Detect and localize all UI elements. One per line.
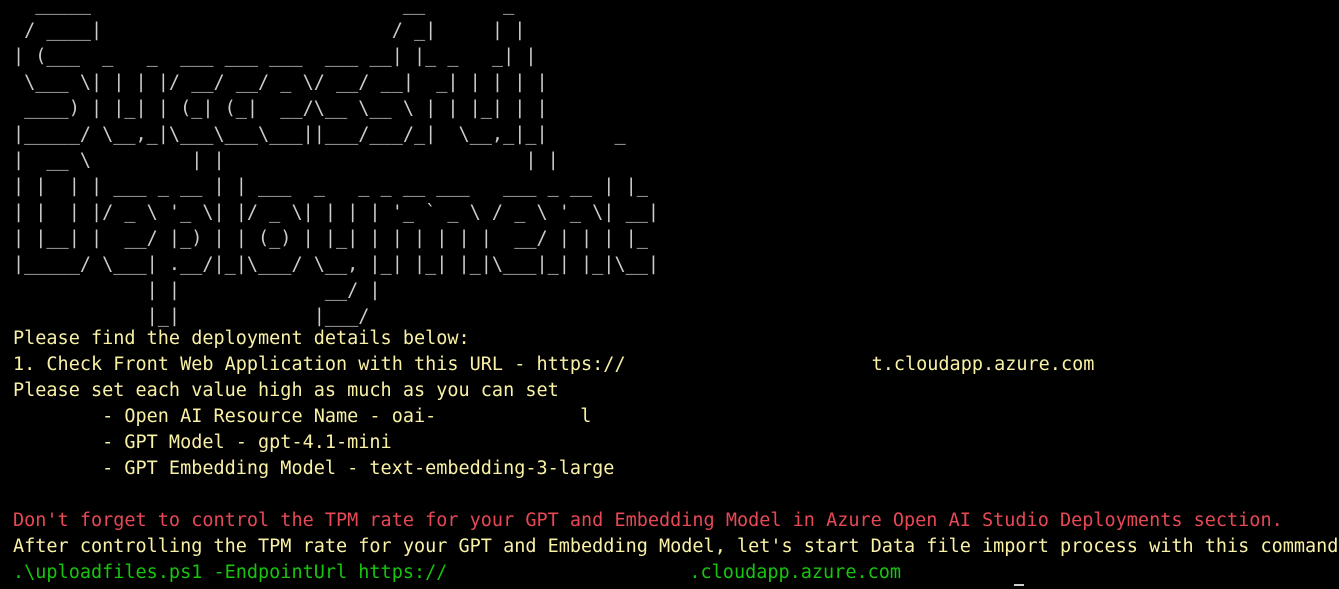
gpt-model-line: - GPT Model - gpt-4.1-mini <box>13 432 392 453</box>
redaction-mark <box>436 404 581 426</box>
redaction-mark <box>549 560 690 582</box>
openai-resource-suffix: l <box>580 406 592 427</box>
success-deployment-ascii-banner: _____ __ _ / ____| / _| | | | (___ _ _ _… <box>13 0 660 327</box>
redaction-mark <box>447 560 538 582</box>
import-instruction-line: After controlling the TPM rate for your … <box>13 536 1339 557</box>
tpm-warning-line: Don't forget to control the TPM rate for… <box>13 510 1283 531</box>
upload-command-line: .\uploadfiles.ps1 -EndpointUrl https://.… <box>13 560 901 586</box>
gpt-embedding-model-line: - GPT Embedding Model - text-embedding-3… <box>13 458 615 479</box>
set-value-note-line: Please set each value high as much as yo… <box>13 380 559 401</box>
web-app-url-line: 1. Check Front Web Application with this… <box>13 352 1094 378</box>
redaction-dot <box>672 409 695 432</box>
upload-command-prefix: .\uploadfiles.ps1 -EndpointUrl https:// <box>13 562 448 583</box>
redaction-mark <box>731 352 872 374</box>
openai-resource-line: - Open AI Resource Name - oai-l <box>13 404 591 430</box>
web-app-url-suffix: t.cloudapp.azure.com <box>871 354 1095 375</box>
text-cursor <box>1014 584 1024 589</box>
openai-resource-prefix: - Open AI Resource Name - oai- <box>13 406 437 427</box>
web-app-url-prefix: 1. Check Front Web Application with this… <box>13 354 626 375</box>
redaction-mark <box>625 352 718 374</box>
deployment-intro-line: Please find the deployment details below… <box>13 328 470 349</box>
upload-command-suffix: .cloudapp.azure.com <box>689 562 902 583</box>
terminal-output[interactable]: _____ __ _ / ____| / _| | | | (___ _ _ _… <box>0 0 1339 589</box>
